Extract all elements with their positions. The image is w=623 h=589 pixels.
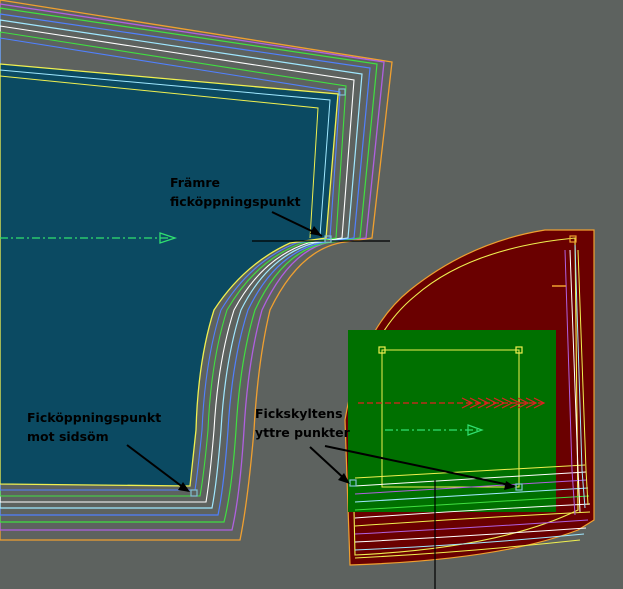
svg-text:mot sidsöm: mot sidsöm [27,429,109,444]
svg-text:Främre: Främre [170,175,220,190]
pattern-canvas[interactable]: Främre ficköppningspunkt Ficköppningspun… [0,0,623,589]
front-point-label-line1: Främre [170,175,220,190]
svg-text:ficköppningspunkt: ficköppningspunkt [170,194,301,209]
side-point-label-line2: mot sidsöm [27,429,109,444]
outer-points-label-line2: yttre punkter [255,425,351,440]
svg-text:Fickskyltens: Fickskyltens [255,406,343,421]
outer-points-label-line1: Fickskyltens [255,406,343,421]
front-point-label-line2: ficköppningspunkt [170,194,301,209]
side-point-label-line1: Ficköppningspunkt [27,410,161,425]
svg-text:Ficköppningspunkt: Ficköppningspunkt [27,410,161,425]
svg-text:yttre punkter: yttre punkter [255,425,351,440]
